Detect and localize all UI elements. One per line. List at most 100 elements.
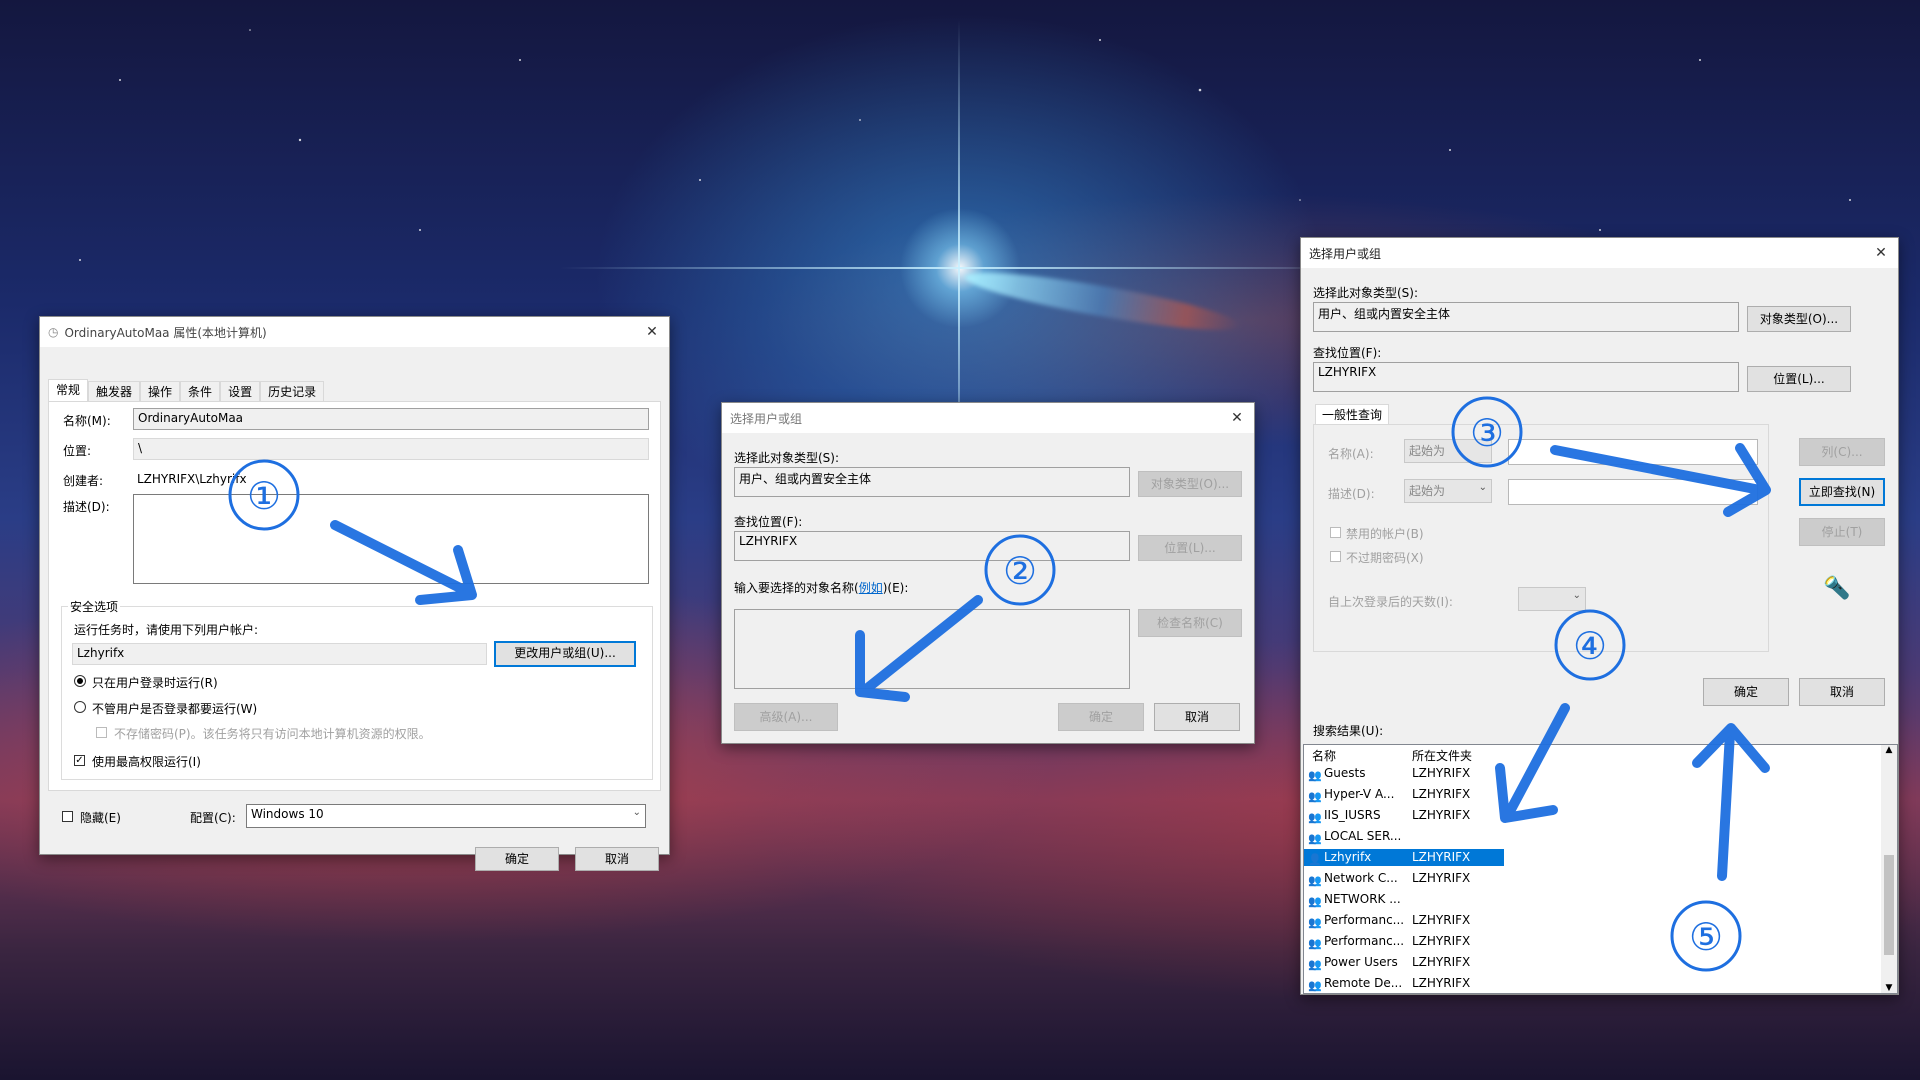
common-queries-tab[interactable]: 一般性查询 <box>1315 404 1390 425</box>
scroll-down-icon[interactable]: ▼ <box>1881 983 1897 993</box>
row-folder: LZHYRIFX <box>1412 787 1471 801</box>
non-expiring-label: 不过期密码(X) <box>1346 551 1424 565</box>
search-results-label: 搜索结果(U): <box>1313 724 1384 738</box>
group-icon: 👥 <box>1308 979 1322 992</box>
close-icon[interactable]: ✕ <box>1226 407 1248 429</box>
table-row[interactable]: 👥 Hyper-V A... LZHYRIFX <box>1304 786 1504 803</box>
user-icon: 👤 <box>1308 853 1322 866</box>
table-row[interactable]: 👥 Power Users LZHYRIFX <box>1304 954 1504 971</box>
table-row[interactable]: 👤 Lzhyrifx LZHYRIFX <box>1304 849 1504 866</box>
disabled-accounts-checkbox[interactable] <box>1330 527 1341 538</box>
locations-button[interactable]: 位置(L)... <box>1138 535 1242 561</box>
table-row[interactable]: 👥 Network C... LZHYRIFX <box>1304 870 1504 887</box>
table-row[interactable]: 👥 NETWORK ... <box>1304 891 1504 908</box>
query-desc-mode[interactable]: 起始为 ⌄ <box>1404 479 1492 503</box>
user-account-field: Lzhyrifx <box>72 643 487 665</box>
name-label: 名称(M): <box>63 414 111 428</box>
location-label: 位置: <box>63 444 92 458</box>
config-value: Windows 10 <box>251 807 324 821</box>
row-name: Performanc... <box>1324 934 1405 948</box>
chevron-down-icon: ⌄ <box>632 807 641 818</box>
select-user-window-simple: 选择用户或组 ✕ 选择此对象类型(S): 用户、组或内置安全主体 对象类型(O)… <box>721 402 1255 744</box>
config-dropdown[interactable]: Windows 10 ⌄ <box>246 804 646 828</box>
highest-privileges-label: 使用最高权限运行(I) <box>92 755 201 769</box>
stop-button[interactable]: 停止(T) <box>1799 518 1885 546</box>
clock-icon: ◷ <box>48 325 59 339</box>
tab-actions[interactable]: 操作 <box>140 381 181 402</box>
scrollbar-thumb[interactable] <box>1884 855 1894 955</box>
author-label: 创建者: <box>63 474 104 488</box>
row-name: NETWORK ... <box>1324 892 1401 906</box>
column-header-folder[interactable]: 所在文件夹 <box>1412 747 1472 764</box>
tab-general[interactable]: 常规 <box>48 379 89 402</box>
columns-button[interactable]: 列(C)... <box>1799 438 1885 466</box>
window-body: 选择此对象类型(S): 用户、组或内置安全主体 对象类型(O)... 查找位置(… <box>1301 268 1898 994</box>
advanced-button[interactable]: 高级(A)... <box>734 703 838 731</box>
group-icon: 👥 <box>1308 874 1322 887</box>
author-value: LZHYRIFX\Lzhyrifx <box>137 472 247 486</box>
run-as-label: 运行任务时，请使用下列用户帐户: <box>74 623 259 637</box>
radio-whether-logged-on[interactable] <box>74 701 86 713</box>
examples-link[interactable]: 例如 <box>859 581 883 595</box>
radio-logged-on[interactable] <box>74 675 86 687</box>
object-types-button[interactable]: 对象类型(O)... <box>1747 306 1851 332</box>
ok-button[interactable]: 确定 <box>475 847 559 871</box>
hidden-checkbox[interactable] <box>62 811 73 822</box>
tab-strip: 常规 触发器 操作 条件 设置 历史记录 <box>48 379 325 402</box>
results-scrollbar[interactable]: ▲ ▼ <box>1881 745 1897 993</box>
window-title: 选择用户或组 <box>1309 246 1382 261</box>
object-types-button[interactable]: 对象类型(O)... <box>1138 471 1242 497</box>
search-results-list[interactable]: 名称 所在文件夹 👥 Guests LZHYRIFX 👥 Hyper-V A... LZH… <box>1303 744 1898 994</box>
search-flashlight-icon: 🔦 <box>1823 576 1851 601</box>
days-since-logon-dropdown[interactable]: ⌄ <box>1518 587 1586 611</box>
hidden-label: 隐藏(E) <box>80 811 121 825</box>
find-now-button[interactable]: 立即查找(N) <box>1799 478 1885 506</box>
cancel-button[interactable]: 取消 <box>575 847 659 871</box>
close-icon[interactable]: ✕ <box>641 321 663 343</box>
column-header-name[interactable]: 名称 <box>1312 747 1336 764</box>
query-desc-label: 描述(D): <box>1328 487 1375 501</box>
object-type-label: 选择此对象类型(S): <box>1313 286 1419 300</box>
object-type-label: 选择此对象类型(S): <box>734 451 840 465</box>
table-row[interactable]: 👥 Performanc... LZHYRIFX <box>1304 912 1504 929</box>
no-store-password-checkbox[interactable] <box>96 727 107 738</box>
chevron-down-icon: ⌄ <box>1478 482 1487 493</box>
tab-settings[interactable]: 设置 <box>220 381 261 402</box>
cancel-button[interactable]: 取消 <box>1799 678 1885 706</box>
table-row[interactable]: 👥 Performanc... LZHYRIFX <box>1304 933 1504 950</box>
query-desc-mode-value: 起始为 <box>1409 484 1446 498</box>
chevron-down-icon: ⌄ <box>1572 590 1581 601</box>
query-name-mode[interactable]: 起始为 <box>1404 439 1492 463</box>
ok-button[interactable]: 确定 <box>1703 678 1789 706</box>
tab-conditions[interactable]: 条件 <box>180 381 221 402</box>
row-folder: LZHYRIFX <box>1412 955 1471 969</box>
enter-names-text: 输入要选择的对象名称( <box>734 581 859 595</box>
table-row[interactable]: 👥 Remote De... LZHYRIFX <box>1304 975 1504 992</box>
row-name: IIS_IUSRS <box>1324 808 1381 822</box>
tab-panel: 名称(M): OrdinaryAutoMaa 位置: \ 创建者: LZHYRI… <box>48 401 661 791</box>
group-icon: 👥 <box>1308 811 1322 824</box>
check-names-button[interactable]: 检查名称(C) <box>1138 609 1242 637</box>
query-desc-input[interactable] <box>1508 479 1758 505</box>
tab-history[interactable]: 历史记录 <box>260 381 325 402</box>
highest-privileges-checkbox[interactable]: ✓ <box>74 755 85 766</box>
query-name-input[interactable] <box>1508 439 1758 465</box>
object-type-field: 用户、组或内置安全主体 <box>734 467 1130 497</box>
row-name: Lzhyrifx <box>1324 850 1372 864</box>
scroll-up-icon[interactable]: ▲ <box>1881 745 1897 755</box>
comet-trail <box>962 262 1244 341</box>
locations-button[interactable]: 位置(L)... <box>1747 366 1851 392</box>
close-icon[interactable]: ✕ <box>1870 242 1892 264</box>
description-textarea[interactable] <box>133 494 649 584</box>
table-row[interactable]: 👥 Guests LZHYRIFX <box>1304 765 1504 782</box>
cancel-button[interactable]: 取消 <box>1154 703 1240 731</box>
window-title: 选择用户或组 <box>730 411 803 426</box>
table-row[interactable]: 👥 LOCAL SER... <box>1304 828 1504 845</box>
change-user-button[interactable]: 更改用户或组(U)... <box>494 641 636 667</box>
name-field[interactable]: OrdinaryAutoMaa <box>133 408 649 430</box>
tab-triggers[interactable]: 触发器 <box>88 381 141 402</box>
object-names-textarea[interactable] <box>734 609 1130 689</box>
ok-button[interactable]: 确定 <box>1058 703 1144 731</box>
table-row[interactable]: 👥 IIS_IUSRS LZHYRIFX <box>1304 807 1504 824</box>
non-expiring-checkbox[interactable] <box>1330 551 1341 562</box>
